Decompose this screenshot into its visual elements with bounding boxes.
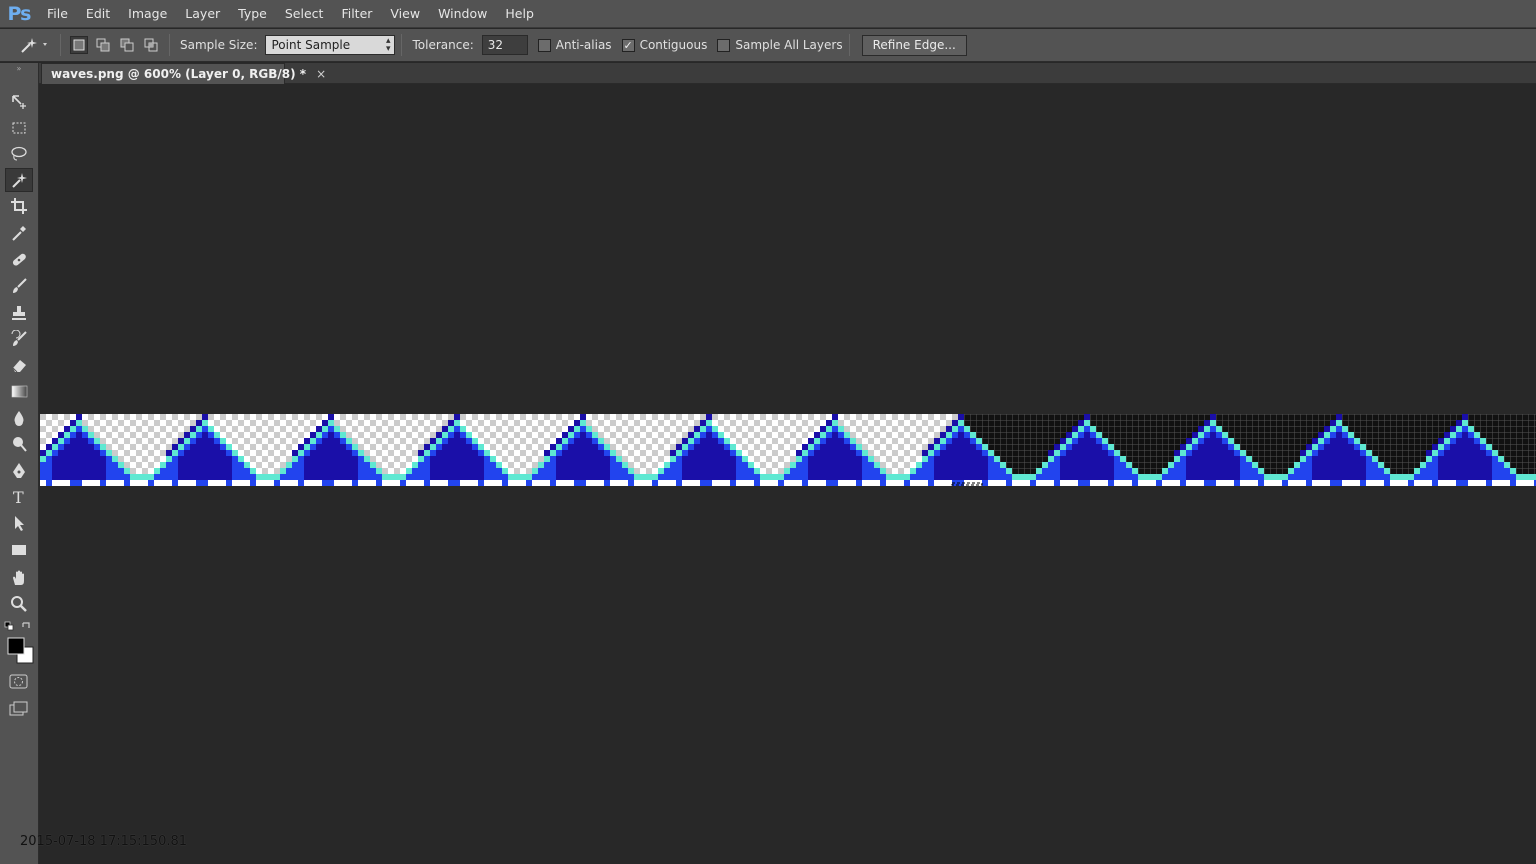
- add-selection-icon: [96, 38, 110, 52]
- sample-size-value: Point Sample: [271, 38, 351, 52]
- tool-path-selection[interactable]: [5, 511, 33, 535]
- default-colors-icon: [4, 621, 14, 631]
- tolerance-input[interactable]: 32: [481, 35, 528, 55]
- tool-gradient[interactable]: [5, 379, 33, 403]
- tool-lasso[interactable]: [5, 142, 33, 166]
- magic-wand-icon: [21, 38, 47, 53]
- move-tool-icon: [12, 95, 26, 109]
- menu-layer[interactable]: Layer: [176, 0, 229, 28]
- tool-magic-wand[interactable]: [5, 168, 33, 192]
- chevron-down-icon: [43, 43, 47, 46]
- panel-collapse-icon[interactable]: »: [0, 63, 38, 73]
- tool-rectangular-marquee[interactable]: [5, 116, 33, 140]
- menu-filter[interactable]: Filter: [332, 0, 381, 28]
- sample-all-layers-checkbox[interactable]: [717, 38, 731, 52]
- menu-help[interactable]: Help: [496, 0, 543, 28]
- lasso-icon: [11, 146, 27, 161]
- options-bar: Sample Size: Point Sample ▴ ▾ Tolerance: …: [0, 29, 1536, 62]
- gradient-icon: [11, 385, 28, 398]
- hand-icon: [13, 570, 24, 585]
- new-selection-icon: [73, 39, 85, 51]
- tool-clone-stamp[interactable]: [5, 301, 33, 325]
- menu-edit[interactable]: Edit: [77, 0, 119, 28]
- pen-icon: [13, 463, 25, 478]
- add-to-selection-button[interactable]: [94, 36, 112, 54]
- tool-history-brush[interactable]: [5, 327, 33, 351]
- menu-image[interactable]: Image: [119, 0, 176, 28]
- close-icon[interactable]: ×: [316, 67, 326, 81]
- contiguous-label: Contiguous: [639, 38, 708, 52]
- tool-eraser[interactable]: [5, 353, 33, 377]
- intersect-selection-icon: [144, 38, 158, 52]
- menu-window[interactable]: Window: [429, 0, 496, 28]
- document-tab[interactable]: waves.png @ 600% (Layer 0, RGB/8) * ×: [41, 63, 326, 84]
- anti-alias-label: Anti-alias: [555, 38, 612, 52]
- intersect-selection-button[interactable]: [142, 36, 160, 54]
- zoom-icon: [11, 596, 27, 612]
- tools-panel: » T: [0, 63, 39, 864]
- swap-colors-icon: [22, 622, 30, 628]
- refine-edge-button[interactable]: Refine Edge...: [861, 34, 967, 56]
- tool-zoom[interactable]: [5, 592, 33, 616]
- tool-rectangle-shape[interactable]: [5, 538, 33, 562]
- clone-stamp-icon: [12, 306, 26, 320]
- eyedropper-icon: [12, 226, 26, 241]
- rectangle-shape-icon: [12, 545, 26, 555]
- tool-brush[interactable]: [5, 274, 33, 298]
- document-tab-title: waves.png @ 600% (Layer 0, RGB/8) *: [51, 67, 307, 81]
- tolerance-label: Tolerance:: [412, 38, 474, 52]
- sample-size-select[interactable]: Point Sample ▴ ▾: [265, 35, 396, 55]
- sample-all-layers-label: Sample All Layers: [735, 38, 843, 52]
- select-arrows-icon: ▴ ▾: [385, 36, 391, 54]
- history-brush-icon: [11, 330, 27, 346]
- document-tab-bar: waves.png @ 600% (Layer 0, RGB/8) * ×: [39, 63, 1536, 84]
- subtract-selection-icon: [120, 38, 134, 52]
- eraser-icon: [12, 360, 26, 373]
- sample-size-label: Sample Size:: [180, 38, 258, 52]
- menu-bar: Ps File Edit Image Layer Type Select Fil…: [0, 0, 1536, 28]
- divider: [401, 34, 403, 56]
- canvas-area[interactable]: [40, 85, 1536, 864]
- menu-type[interactable]: Type: [229, 0, 276, 28]
- foreground-color-swatch: [7, 637, 25, 655]
- anti-alias-checkbox[interactable]: [537, 38, 551, 52]
- rectangular-marquee-icon: [12, 122, 26, 134]
- tool-eyedropper[interactable]: [5, 221, 33, 245]
- tool-hand[interactable]: [5, 566, 33, 590]
- healing-brush-icon: [12, 253, 26, 266]
- type-icon: T: [13, 488, 24, 506]
- tool-healing-brush[interactable]: [5, 248, 33, 272]
- tool-type[interactable]: T: [5, 485, 33, 509]
- timestamp-overlay: 2015-07-18 17:15:150.81: [20, 834, 188, 849]
- blur-icon: [14, 411, 24, 426]
- image-canvas[interactable]: [40, 414, 1536, 486]
- tool-crop[interactable]: [5, 194, 33, 218]
- menu-file[interactable]: File: [38, 0, 77, 28]
- divider: [169, 34, 170, 56]
- tool-dodge[interactable]: [5, 432, 33, 456]
- new-selection-button[interactable]: [70, 36, 88, 54]
- menu-view[interactable]: View: [381, 0, 429, 28]
- photoshop-logo: Ps: [7, 2, 32, 25]
- tool-move-tool[interactable]: [5, 90, 33, 114]
- magic-wand-icon: [12, 173, 27, 188]
- divider: [848, 34, 850, 56]
- path-selection-icon: [15, 516, 24, 531]
- tool-preset-picker[interactable]: [10, 32, 54, 58]
- svg-text:T: T: [13, 488, 24, 506]
- brush-icon: [13, 278, 27, 293]
- contiguous-checkbox[interactable]: ✓: [621, 38, 635, 52]
- color-swatches[interactable]: [4, 621, 36, 669]
- menu-select[interactable]: Select: [276, 0, 333, 28]
- quick-mask-icon[interactable]: [9, 674, 29, 690]
- screen-mode-icon[interactable]: [9, 701, 29, 717]
- crop-icon: [11, 198, 27, 214]
- tool-pen[interactable]: [5, 459, 33, 483]
- subtract-from-selection-button[interactable]: [118, 36, 136, 54]
- dodge-icon: [13, 437, 27, 452]
- tool-blur[interactable]: [5, 406, 33, 430]
- divider: [60, 34, 61, 56]
